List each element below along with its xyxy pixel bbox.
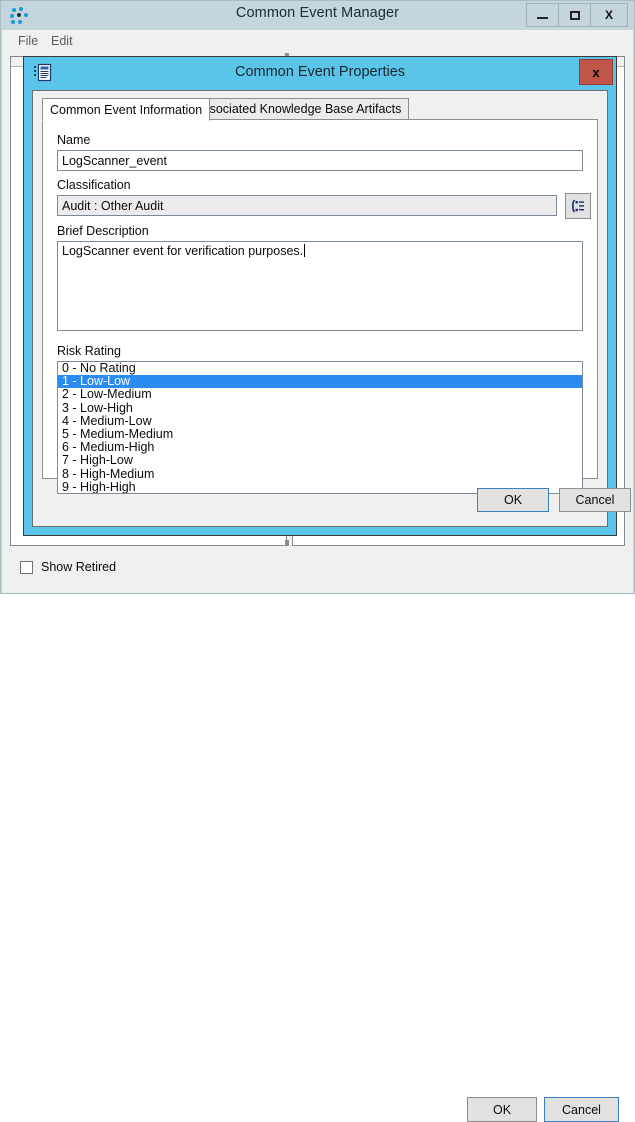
window-titlebar[interactable]: Common Event Manager X (1, 1, 634, 30)
tabstrip: Common Event Information Associated Know… (42, 98, 598, 120)
dialog-title: Common Event Properties (24, 64, 616, 80)
risk-rating-option[interactable]: 8 - High-Medium (58, 468, 582, 481)
brief-description-label: Brief Description (57, 224, 149, 238)
list-select-icon (570, 198, 586, 214)
dialog-close-button[interactable]: x (579, 59, 613, 85)
common-event-properties-dialog: Common Event Properties x Common Event I… (23, 56, 617, 536)
menu-bar: File Edit (2, 30, 633, 54)
classification-input[interactable]: Audit : Other Audit (57, 195, 557, 216)
close-icon: X (605, 9, 613, 21)
dialog-cancel-button[interactable]: Cancel (559, 488, 631, 512)
maximize-icon (570, 11, 580, 20)
maximize-button[interactable] (559, 4, 591, 26)
minimize-button[interactable] (527, 4, 559, 26)
risk-rating-listbox[interactable]: 0 - No Rating1 - Low-Low2 - Low-Medium3 … (57, 361, 583, 494)
tab-common-event-information[interactable]: Common Event Information (42, 98, 210, 121)
risk-rating-option[interactable]: 7 - High-Low (58, 454, 582, 467)
tab-panel-common-event-information: Name LogScanner_event Classification Aud… (42, 119, 598, 479)
show-retired-label: Show Retired (41, 560, 116, 574)
dialog-ok-button[interactable]: OK (477, 488, 549, 512)
show-retired-checkbox[interactable] (20, 561, 33, 574)
classification-browse-button[interactable] (565, 193, 591, 219)
risk-rating-option[interactable]: 2 - Low-Medium (58, 388, 582, 401)
name-label: Name (57, 133, 90, 147)
menu-item-file[interactable]: File (15, 34, 41, 48)
risk-rating-option[interactable]: 0 - No Rating (58, 362, 582, 375)
window-ok-button[interactable]: OK (467, 1097, 537, 1122)
risk-rating-option[interactable]: 6 - Medium-High (58, 441, 582, 454)
tab-label: Associated Knowledge Base Artifacts (195, 102, 401, 116)
dialog-titlebar[interactable]: Common Event Properties x (24, 57, 616, 89)
brief-description-text: LogScanner event for verification purpos… (62, 244, 303, 258)
window-controls: X (526, 3, 628, 27)
text-caret (304, 244, 305, 257)
window-footer: Show Retired OK Cancel (2, 546, 633, 593)
risk-rating-option[interactable]: 4 - Medium-Low (58, 415, 582, 428)
show-retired-row[interactable]: Show Retired (20, 560, 116, 574)
close-icon: x (592, 65, 599, 80)
application-window: Common Event Manager X File Edit (0, 0, 635, 594)
tab-associated-knowledge-base-artifacts[interactable]: Associated Knowledge Base Artifacts (187, 98, 409, 120)
dialog-body: Common Event Information Associated Know… (32, 90, 608, 527)
menu-item-edit[interactable]: Edit (48, 34, 76, 48)
minimize-icon (537, 17, 548, 19)
classification-label: Classification (57, 178, 131, 192)
window-cancel-button[interactable]: Cancel (544, 1097, 619, 1122)
brief-description-textarea[interactable]: LogScanner event for verification purpos… (57, 241, 583, 331)
name-input[interactable]: LogScanner_event (57, 150, 583, 171)
tab-label: Common Event Information (50, 103, 202, 117)
close-button[interactable]: X (591, 4, 627, 26)
risk-rating-label: Risk Rating (57, 344, 121, 358)
risk-rating-option[interactable]: 3 - Low-High (58, 402, 582, 415)
